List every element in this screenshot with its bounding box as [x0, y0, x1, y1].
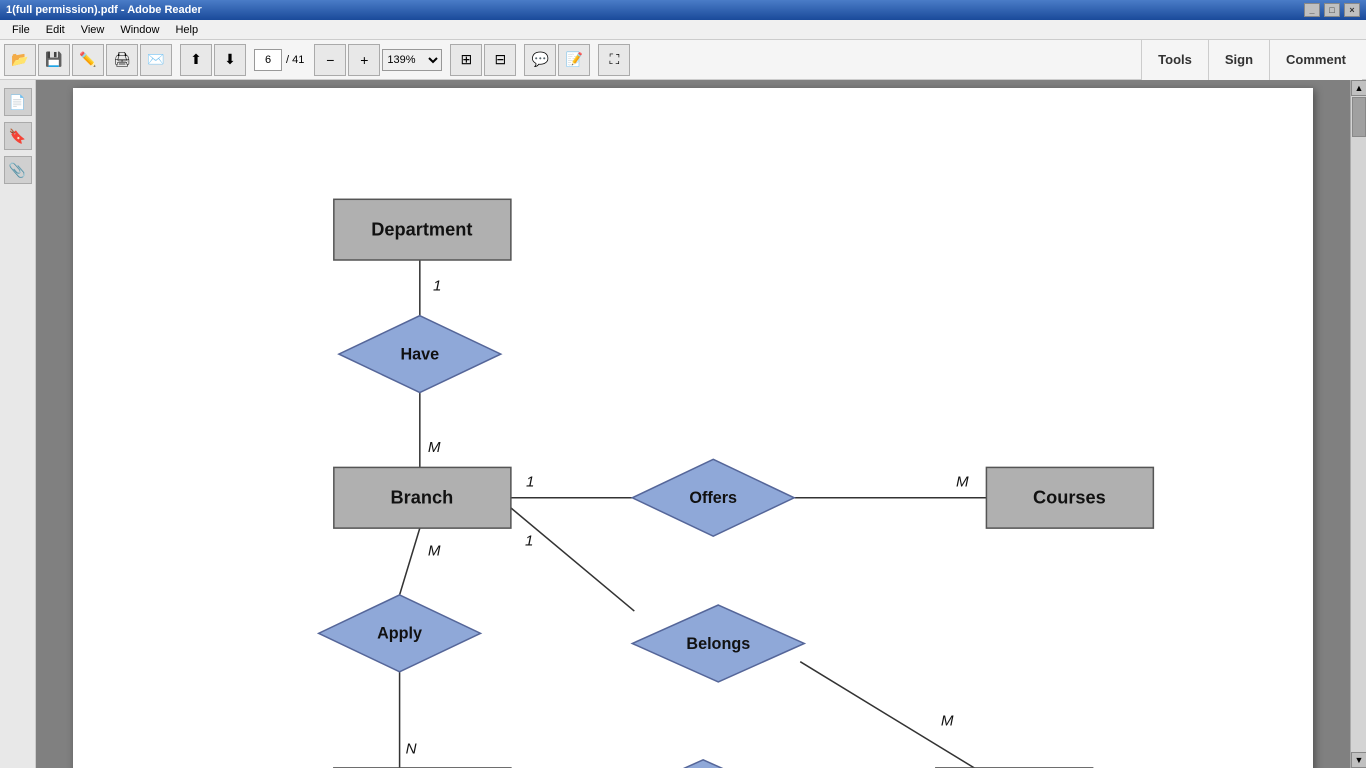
entity-branch-label: Branch [390, 488, 453, 508]
zoom-in-btn[interactable]: + [348, 44, 380, 76]
page-separator: / 41 [284, 54, 306, 66]
print-btn[interactable]: 🖨 [106, 44, 138, 76]
sidebar-attach-icon[interactable]: 📎 [4, 156, 32, 184]
sep3 [308, 44, 312, 76]
relation-apply-label: Apply [377, 625, 422, 643]
menu-file[interactable]: File [4, 22, 38, 38]
line-branch-apply [400, 528, 420, 595]
menu-view[interactable]: View [73, 22, 113, 38]
fit-width-btn[interactable]: ⊟ [484, 44, 516, 76]
menu-help[interactable]: Help [167, 22, 206, 38]
edit-btn[interactable]: ✏️ [72, 44, 104, 76]
pdf-viewer[interactable]: Department Branch Courses Applicant Stud… [36, 80, 1350, 768]
sep4 [444, 44, 448, 76]
restore-btn[interactable]: □ [1324, 3, 1340, 17]
card-branch-belongs: 1 [525, 532, 533, 549]
sep6 [592, 44, 596, 76]
relation-belongs-label: Belongs [686, 635, 750, 653]
window-title: 1(full permission).pdf - Adobe Reader [6, 4, 202, 16]
sep1 [174, 44, 178, 76]
markup-btn[interactable]: 📝 [558, 44, 590, 76]
main-area: 📄 🔖 📎 [0, 80, 1366, 768]
sep2 [248, 44, 252, 76]
sep5 [518, 44, 522, 76]
card-branch-offers: 1 [526, 474, 534, 491]
sidebar-bookmarks-icon[interactable]: 🔖 [4, 122, 32, 150]
comment-panel-btn[interactable]: Comment [1269, 40, 1362, 80]
sidebar-pages-icon[interactable]: 📄 [4, 88, 32, 116]
first-page-btn[interactable]: ⬆ [180, 44, 212, 76]
toolbar: 📂 💾 ✏️ 🖨 ✉️ ⬆ ⬇ 6 / 41 − + 139% 100% 75%… [0, 40, 1366, 80]
email-btn[interactable]: ✉️ [140, 44, 172, 76]
menu-window[interactable]: Window [112, 22, 167, 38]
line-branch-belongs [511, 508, 634, 611]
menu-bar: File Edit View Window Help [0, 20, 1366, 40]
sign-btn[interactable]: Sign [1208, 40, 1269, 80]
save-btn[interactable]: 💾 [38, 44, 70, 76]
right-scrollbar[interactable]: ▲ ▼ [1350, 80, 1366, 768]
left-sidebar: 📄 🔖 📎 [0, 80, 36, 768]
entity-courses-label: Courses [1033, 488, 1106, 508]
minimize-btn[interactable]: _ [1304, 3, 1320, 17]
card-offers-courses: M [956, 474, 969, 491]
card-have-branch: M [428, 439, 441, 456]
close-btn[interactable]: × [1344, 3, 1360, 17]
scroll-thumb[interactable] [1352, 97, 1366, 137]
scroll-down-btn[interactable]: ▼ [1351, 752, 1366, 768]
relation-selected [617, 760, 789, 768]
zoom-select[interactable]: 139% 100% 75% 50% [382, 49, 442, 71]
card-belongs-student: M [941, 712, 954, 729]
comment-btn[interactable]: 💬 [524, 44, 556, 76]
relation-have-label: Have [400, 345, 439, 363]
open-btn[interactable]: 📂 [4, 44, 36, 76]
card-apply-applicant: N [406, 741, 417, 758]
pdf-page: Department Branch Courses Applicant Stud… [73, 88, 1313, 768]
zoom-out-btn[interactable]: − [314, 44, 346, 76]
right-toolbar: Tools Sign Comment [1141, 40, 1362, 80]
page-number-input[interactable]: 6 [254, 49, 282, 71]
title-bar: 1(full permission).pdf - Adobe Reader _ … [0, 0, 1366, 20]
entity-department-label: Department [371, 219, 472, 239]
fullscreen-btn[interactable]: ⛶ [598, 44, 630, 76]
menu-edit[interactable]: Edit [38, 22, 73, 38]
title-bar-controls[interactable]: _ □ × [1304, 3, 1360, 17]
tools-btn[interactable]: Tools [1141, 40, 1208, 80]
relation-offers-label: Offers [689, 489, 737, 507]
scroll-up-btn[interactable]: ▲ [1351, 80, 1366, 96]
prev-page-btn[interactable]: ⬇ [214, 44, 246, 76]
er-diagram: Department Branch Courses Applicant Stud… [73, 88, 1313, 768]
card-branch-apply: M [428, 542, 441, 559]
card-dept-have: 1 [433, 277, 441, 294]
fit-page-btn[interactable]: ⊞ [450, 44, 482, 76]
